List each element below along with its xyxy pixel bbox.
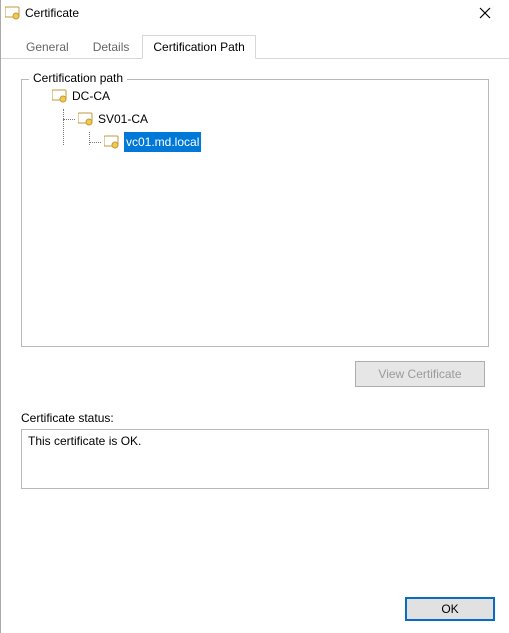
close-button[interactable] [465, 0, 505, 26]
tree-node-label: SV01-CA [98, 109, 148, 129]
tab-details[interactable]: Details [82, 35, 141, 59]
certificate-status-box: This certificate is OK. [21, 429, 489, 489]
tree-node-leaf[interactable]: vc01.md.local [104, 132, 201, 152]
certification-path-group: Certification path DC-CA SV01-CA [21, 79, 489, 391]
tree-node-root[interactable]: DC-CA [52, 86, 110, 106]
dialog-footer: OK [1, 597, 509, 633]
group-label: Certification path [29, 71, 127, 85]
tree-actions: View Certificate [21, 361, 485, 387]
window-title: Certificate [25, 6, 465, 20]
certificate-icon [52, 89, 68, 103]
tree-node-intermediate[interactable]: SV01-CA [78, 109, 148, 129]
certificate-icon [104, 135, 120, 149]
tab-general[interactable]: General [15, 35, 80, 59]
view-certificate-button: View Certificate [355, 361, 485, 387]
tab-certification-path[interactable]: Certification Path [142, 35, 255, 59]
certificate-icon [5, 5, 21, 21]
dialog-body: Certification path DC-CA SV01-CA [1, 59, 509, 597]
close-icon [479, 7, 491, 19]
certificate-status-label: Certificate status: [21, 411, 489, 425]
ok-button[interactable]: OK [405, 597, 495, 621]
tree-node-label: DC-CA [72, 86, 110, 106]
tree-node-label: vc01.md.local [124, 132, 201, 152]
titlebar: Certificate [1, 0, 509, 26]
certificate-icon [78, 112, 94, 126]
tab-bar: General Details Certification Path [1, 26, 509, 59]
certificate-status-text: This certificate is OK. [28, 434, 141, 448]
certificate-dialog: Certificate General Details Certificatio… [0, 0, 509, 633]
cert-path-tree[interactable]: DC-CA SV01-CA [21, 79, 489, 347]
